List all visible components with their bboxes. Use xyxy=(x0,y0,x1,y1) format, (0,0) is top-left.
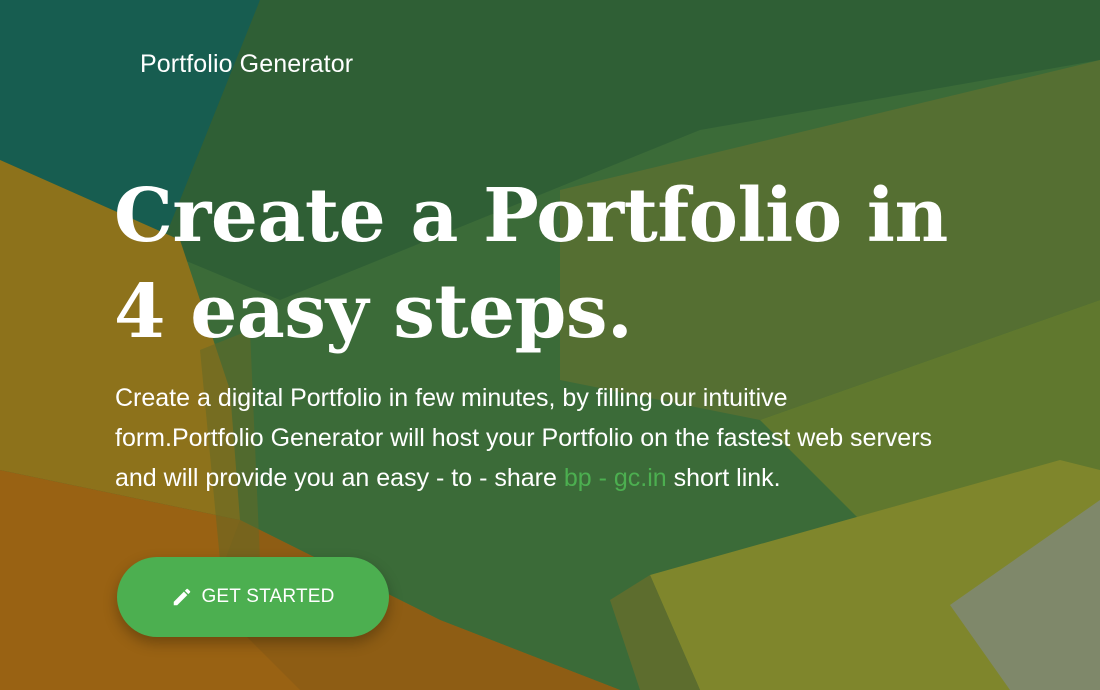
short-link[interactable]: bp - gc.in xyxy=(564,464,667,492)
hero-section: Portfolio Generator Create a Portfolio i… xyxy=(0,0,1100,690)
get-started-label: GET STARTED xyxy=(201,586,335,607)
hero-description: Create a digital Portfolio in few minute… xyxy=(115,378,935,498)
page-title-line-2: 4 easy steps. xyxy=(114,269,633,355)
pencil-icon xyxy=(171,586,193,608)
hero-description-suffix: short link. xyxy=(666,464,781,492)
page-title-line-1: Create a Portfolio in xyxy=(114,173,948,259)
brand-logo-link[interactable]: Portfolio Generator xyxy=(140,50,353,79)
hero-description-text: Create a digital Portfolio in few minute… xyxy=(115,384,933,492)
page-title: Create a Portfolio in 4 easy steps. xyxy=(114,168,1014,360)
get-started-button[interactable]: GET STARTED xyxy=(117,557,389,637)
